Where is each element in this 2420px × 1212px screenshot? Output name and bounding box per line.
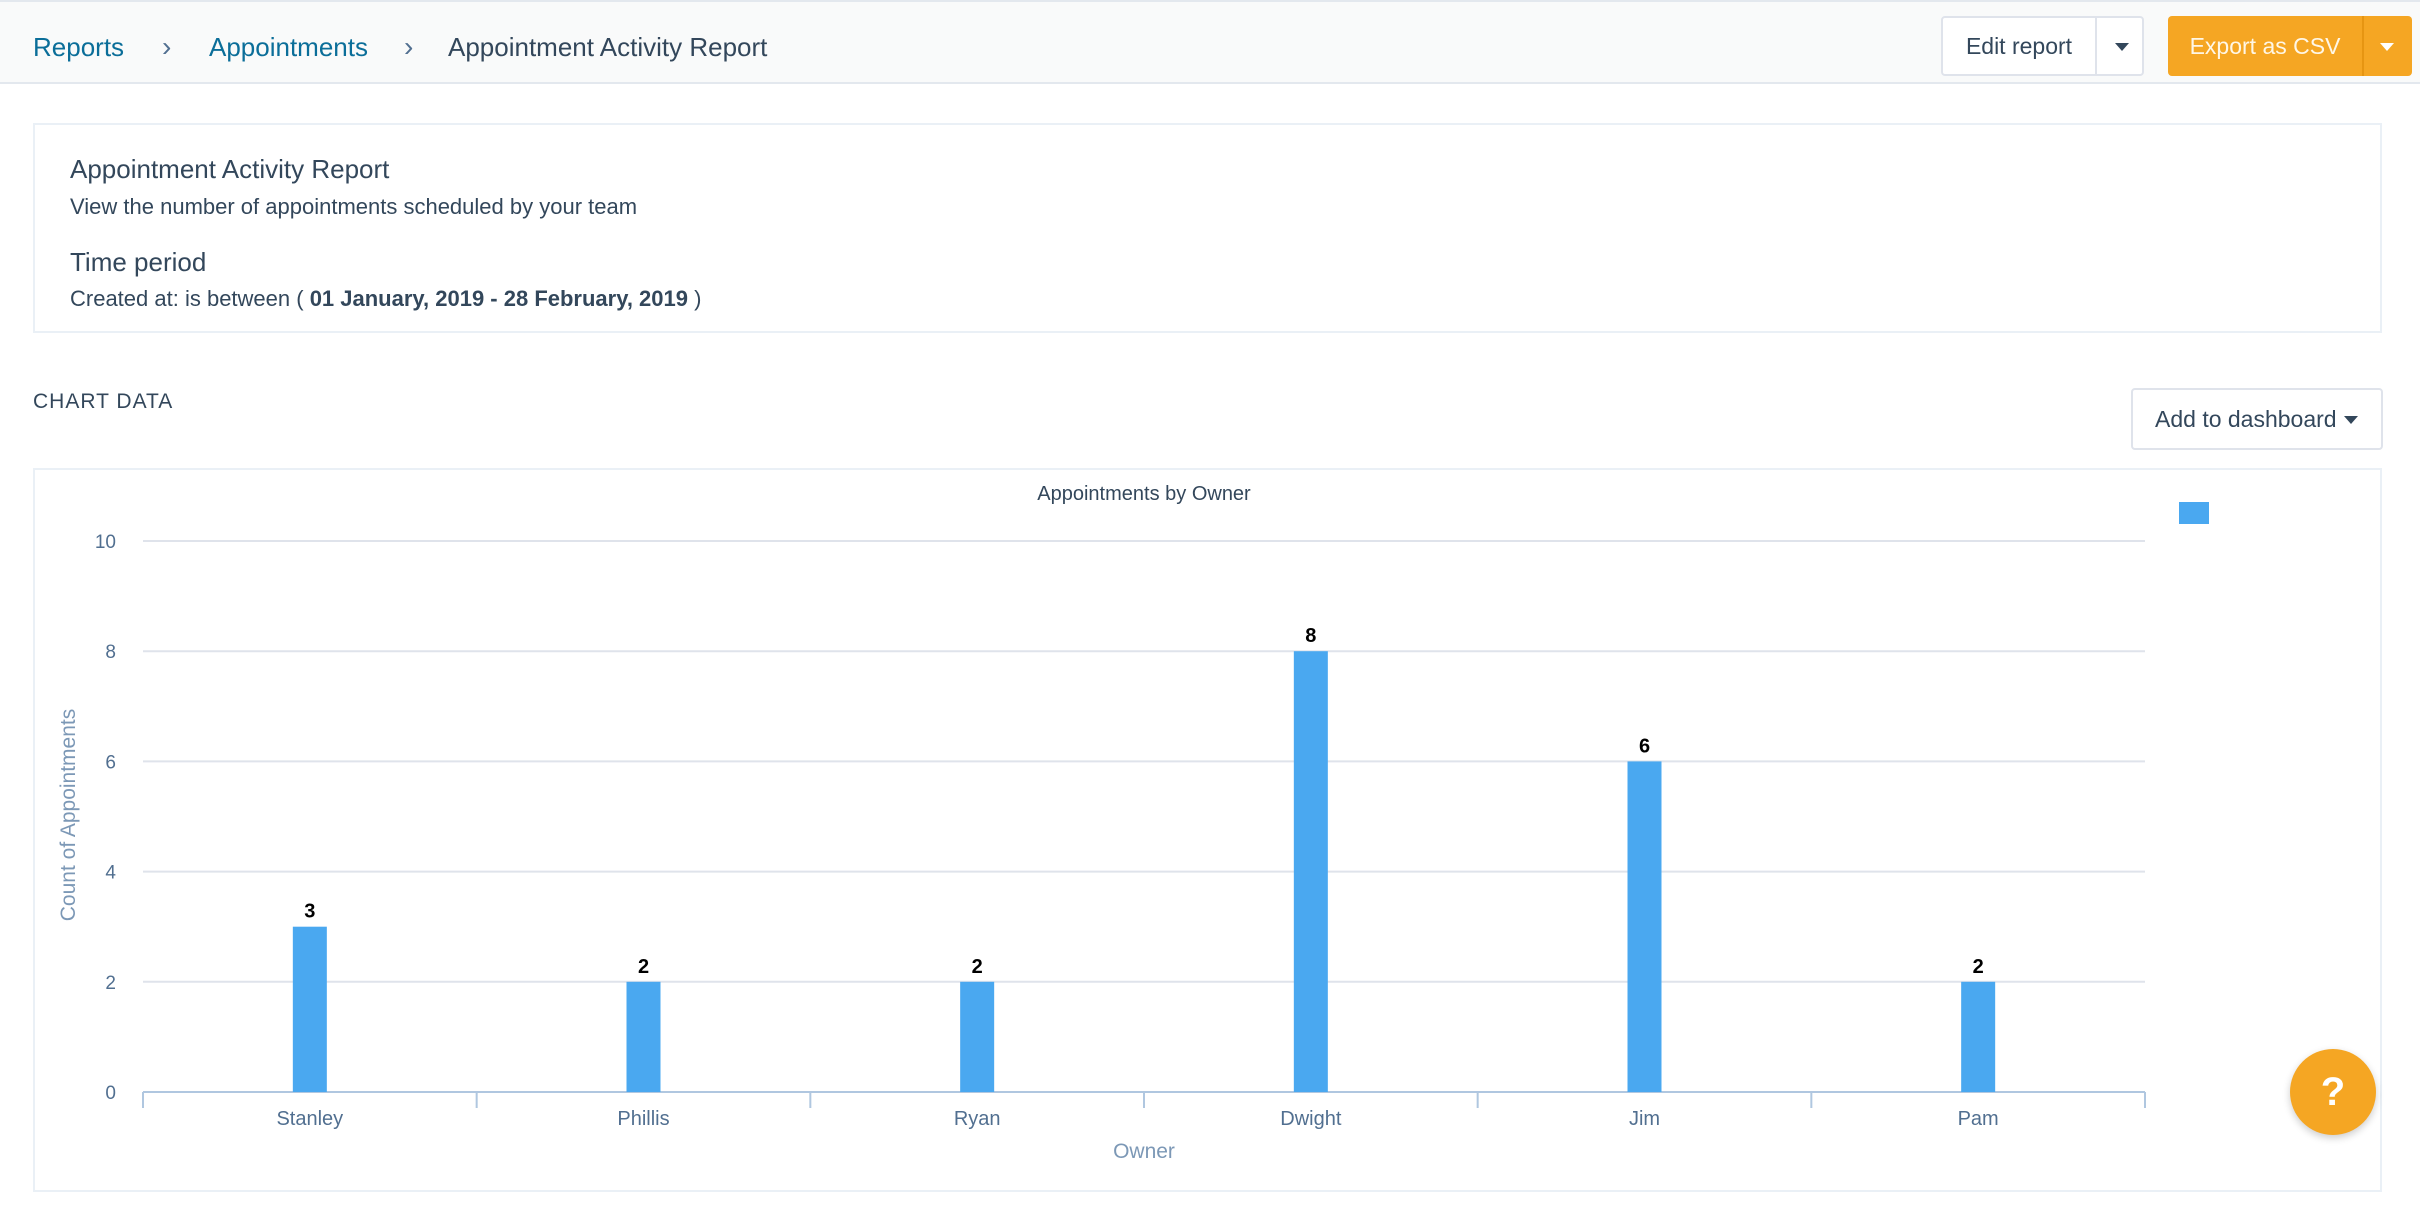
export-csv-button[interactable]: Export as CSV (2168, 16, 2362, 76)
y-tick-label: 10 (95, 532, 116, 553)
chart-bar (292, 926, 327, 1092)
chevron-down-icon[interactable] (2115, 43, 2129, 51)
y-tick-label: 6 (105, 752, 116, 773)
filter-prefix: Created at: is between ( (70, 286, 310, 311)
bar-value-label: 2 (1973, 956, 1984, 978)
bar-value-label: 6 (1639, 735, 1650, 757)
chart-bar (1627, 761, 1662, 1092)
export-csv-button-group: Export as CSV (2168, 16, 2412, 76)
chart-bar (960, 981, 995, 1092)
add-to-dashboard-button[interactable]: Add to dashboard (2131, 388, 2383, 450)
x-tick-label: Dwight (1280, 1108, 1342, 1130)
x-tick-label: Pam (1958, 1108, 1999, 1130)
bar-value-label: 8 (1305, 625, 1316, 647)
y-tick-label: 8 (105, 642, 116, 663)
breadcrumb-separator-icon: › (162, 31, 172, 62)
chart-title: Appointments by Owner (1037, 483, 1251, 505)
chart-bar (1293, 651, 1328, 1092)
bar-chart: Appointments by Owner 0 2 4 6 8 10 3 Stanley 2 Phi… (57, 483, 2209, 1163)
x-axis-label: Owner (1113, 1140, 1175, 1163)
page-title: Appointment Activity Report (448, 32, 768, 62)
legend-swatch (2179, 502, 2209, 524)
breadcrumb-separator-icon: › (404, 31, 414, 62)
bar-value-label: 2 (638, 956, 649, 978)
breadcrumb-reports-link[interactable]: Reports (33, 32, 124, 62)
top-bar: Reports › Appointments › Appointment Act… (0, 0, 2420, 84)
y-axis-label: Count of Appointments (57, 709, 80, 921)
chevron-down-icon[interactable] (2380, 43, 2394, 51)
help-button[interactable]: ? (2290, 1049, 2376, 1135)
x-tick-label: Jim (1629, 1108, 1660, 1130)
chart-container: Appointments by Owner 0 2 4 6 8 10 3 Stanley 2 Phi… (33, 468, 2382, 1192)
edit-report-button[interactable]: Edit report (1943, 18, 2095, 74)
time-period-heading: Time period (70, 247, 207, 277)
breadcrumb-appointments-link[interactable]: Appointments (209, 32, 368, 62)
filter-suffix: ) (688, 286, 702, 311)
report-description: View the number of appointments schedule… (70, 194, 638, 219)
x-tick-label: Phillis (617, 1108, 669, 1130)
button-divider (2095, 18, 2097, 74)
bar-value-label: 2 (972, 956, 983, 978)
y-tick-label: 4 (105, 863, 116, 884)
y-tick-label: 0 (105, 1083, 116, 1104)
x-tick-label: Ryan (954, 1108, 1001, 1130)
date-range: 01 January, 2019 - 28 February, 2019 (309, 286, 688, 311)
y-tick-label: 2 (105, 973, 116, 994)
chevron-down-icon (2344, 416, 2358, 424)
time-period-filter: Created at: is between ( 01 January, 201… (70, 286, 701, 312)
report-title: Appointment Activity Report (70, 154, 390, 184)
chart-bar (626, 981, 661, 1092)
edit-report-button-group: Edit report (1941, 16, 2144, 76)
x-tick-label: Stanley (276, 1108, 343, 1130)
bar-value-label: 3 (304, 901, 315, 923)
chart-bar (1961, 981, 1996, 1092)
button-divider (2362, 16, 2364, 76)
chart-data-heading: CHART DATA (33, 390, 174, 413)
add-to-dashboard-label: Add to dashboard (2155, 406, 2337, 432)
